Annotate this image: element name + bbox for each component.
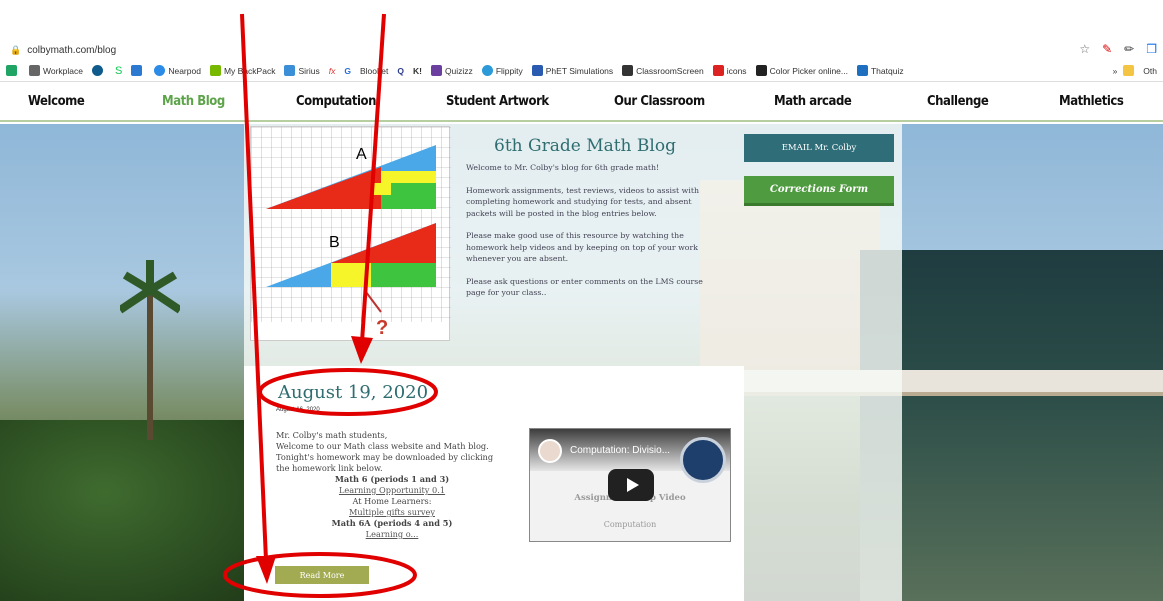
bookmark-item[interactable]: Color Picker online...: [755, 65, 848, 76]
intro-paragraph: Please ask questions or enter comments o…: [466, 276, 703, 298]
figure-question-mark: ?: [376, 317, 388, 339]
address-bar[interactable]: 🔒 colbymath.com/blog ☆ ✎ ✏ ❒: [0, 40, 1163, 60]
nav-item-our-classroom[interactable]: Our Classroom: [614, 94, 705, 109]
video-title[interactable]: Computation: Divisio...: [570, 445, 670, 456]
play-button-icon[interactable]: [608, 469, 654, 501]
address-bar-actions: ☆ ✎ ✏ ❒: [1079, 42, 1157, 56]
email-mr-colby-button[interactable]: EMAIL Mr. Colby: [744, 134, 894, 162]
bookmark-item[interactable]: S: [115, 65, 122, 77]
bookmark-item[interactable]: icons: [712, 65, 747, 76]
blog-intro: Welcome to Mr. Colby's blog for 6th grad…: [466, 162, 716, 310]
lock-icon: 🔒: [10, 44, 22, 55]
post-body: Mr. Colby's math students, Welcome to ou…: [276, 430, 508, 540]
post-at-home-heading: At Home Learners:: [352, 496, 432, 506]
bookmark-item[interactable]: Q: [397, 66, 404, 76]
figure-label-b: B: [329, 234, 340, 251]
bookmark-overflow[interactable]: » Oth: [1113, 65, 1157, 76]
extension-icon[interactable]: ❒: [1146, 42, 1157, 56]
post-math6-heading: Math 6 (periods 1 and 3): [334, 474, 450, 484]
embedded-video[interactable]: Assignment Help Video Computation Comput…: [529, 428, 731, 542]
bookmark-item[interactable]: PhET Simulations: [531, 65, 613, 76]
pen-icon[interactable]: ✎: [1102, 42, 1112, 56]
nav-item-challenge[interactable]: Challenge: [927, 94, 989, 109]
post-title[interactable]: August 19, 2020: [278, 382, 428, 403]
nav-item-math-arcade[interactable]: Math arcade: [774, 94, 852, 109]
drive-icon[interactable]: [6, 65, 20, 76]
read-more-button[interactable]: Read More: [275, 566, 369, 584]
bookmark-item[interactable]: Workplace: [29, 65, 83, 76]
intro-paragraph: Please make good use of this resource by…: [466, 231, 698, 263]
nav-item-mathletics[interactable]: Mathletics: [1059, 94, 1124, 109]
intro-paragraph: Homework assignments, test reviews, vide…: [466, 185, 699, 218]
post-date: August 16, 2020: [276, 407, 320, 413]
post-math6a-heading: Math 6A (periods 4 and 5): [331, 518, 453, 528]
bookmark-item[interactable]: Sirius: [284, 65, 320, 76]
palm-tree-icon: [120, 260, 180, 440]
post-link-multiple-gifts[interactable]: Multiple gifts survey: [276, 507, 508, 518]
post-greeting: Mr. Colby's math students,: [276, 430, 388, 440]
post-link-learning-o[interactable]: Learning o...: [276, 529, 508, 540]
nav-item-welcome[interactable]: Welcome: [28, 94, 85, 109]
bookmark-item[interactable]: [131, 65, 145, 76]
nav-item-student-artwork[interactable]: Student Artwork: [446, 94, 549, 109]
nav-item-computation[interactable]: Computation: [296, 94, 376, 109]
bookmark-item[interactable]: Quizizz: [430, 65, 473, 76]
site-nav: Welcome Math Blog Computation Student Ar…: [0, 82, 1163, 122]
intro-paragraph: Welcome to Mr. Colby's blog for 6th grad…: [466, 163, 660, 172]
bookmark-item[interactable]: My BackPack: [209, 65, 275, 76]
channel-avatar-icon[interactable]: [538, 439, 562, 463]
bookmark-item[interactable]: fx: [329, 66, 336, 76]
figure-label-a: A: [356, 146, 367, 163]
school-seal-icon: [680, 437, 726, 483]
url-text[interactable]: colbymath.com/blog: [27, 45, 116, 56]
bookmark-item[interactable]: Flippity: [481, 65, 523, 76]
video-caption-2: Computation: [603, 520, 657, 529]
corrections-form-button[interactable]: Corrections Form: [744, 176, 894, 206]
star-icon[interactable]: ☆: [1079, 42, 1090, 56]
bookmark-item[interactable]: G: [344, 66, 351, 76]
bookmark-item[interactable]: Thatquiz: [856, 65, 904, 76]
bookmark-item[interactable]: Nearpod: [154, 65, 201, 76]
bookmark-item[interactable]: K!: [413, 66, 422, 76]
background-building: [860, 250, 1163, 601]
nav-item-math-blog[interactable]: Math Blog: [162, 94, 225, 109]
folder-icon: [1123, 65, 1135, 76]
screen: 🔒 colbymath.com/blog ☆ ✎ ✏ ❒ Workplace S…: [0, 0, 1163, 601]
background-trees: [0, 420, 260, 601]
header-figure: A B ?: [250, 126, 451, 341]
blog-title: 6th Grade Math Blog: [494, 136, 676, 156]
pencil-icon[interactable]: ✏: [1124, 42, 1134, 56]
post-link-learning-opportunity[interactable]: Learning Opportunity 0.1: [276, 485, 508, 496]
post-intro-line: Welcome to our Math class website and Ma…: [276, 441, 494, 473]
bookmark-item[interactable]: [92, 65, 106, 76]
bookmarks-bar: Workplace S Nearpod My BackPack Sirius f…: [0, 60, 1163, 82]
bookmark-item[interactable]: ClassroomScreen: [622, 65, 704, 76]
bookmark-item[interactable]: Blooket: [360, 66, 388, 76]
